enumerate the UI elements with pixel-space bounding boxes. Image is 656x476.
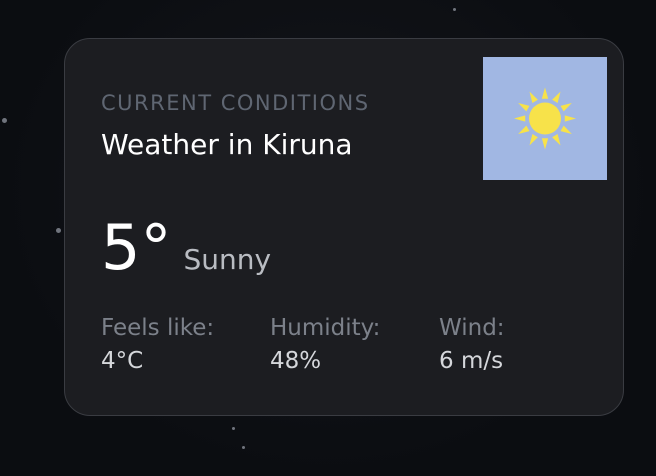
stat-wind: Wind: 6 m/s	[439, 317, 608, 373]
sun-ray	[541, 87, 549, 99]
sun-ray	[560, 125, 572, 134]
sun-ray	[518, 103, 530, 112]
sun-ray	[552, 91, 561, 103]
card-title: Weather in Kiruna	[101, 128, 353, 161]
stat-label: Feels like:	[101, 315, 215, 341]
sun-ray	[529, 91, 538, 103]
stat-value: 48%	[270, 348, 322, 374]
sun-ray	[518, 125, 530, 134]
stat-value: 6 m/s	[439, 348, 504, 374]
stat-label: Wind:	[439, 315, 505, 341]
card-eyebrow: CURRENT CONDITIONS	[101, 91, 370, 115]
star	[232, 427, 235, 430]
background: CURRENT CONDITIONS Weather in Kiruna 5° …	[0, 0, 656, 476]
sun-ray	[564, 115, 576, 122]
sun-ray	[541, 138, 549, 150]
condition-label: Sunny	[183, 243, 272, 276]
star	[56, 228, 61, 233]
star	[242, 446, 245, 449]
stats-row: Feels like: 4°C Humidity: 48% Wind: 6 m/…	[101, 317, 608, 373]
stat-humidity: Humidity: 48%	[270, 317, 439, 373]
sun-icon	[514, 87, 576, 150]
stat-label: Humidity:	[270, 315, 381, 341]
temperature-row: 5° Sunny	[101, 217, 271, 279]
weather-card: CURRENT CONDITIONS Weather in Kiruna 5° …	[64, 38, 624, 416]
star	[453, 8, 456, 11]
weather-icon-box	[483, 57, 607, 180]
stat-value: 4°C	[101, 348, 144, 374]
sun-ray	[514, 115, 526, 122]
sun-ray	[560, 103, 572, 112]
stat-feels-like: Feels like: 4°C	[101, 317, 270, 373]
sun-ray	[529, 134, 538, 146]
star	[2, 118, 7, 123]
sun-ray	[552, 134, 561, 146]
temperature-value: 5°	[101, 211, 172, 284]
